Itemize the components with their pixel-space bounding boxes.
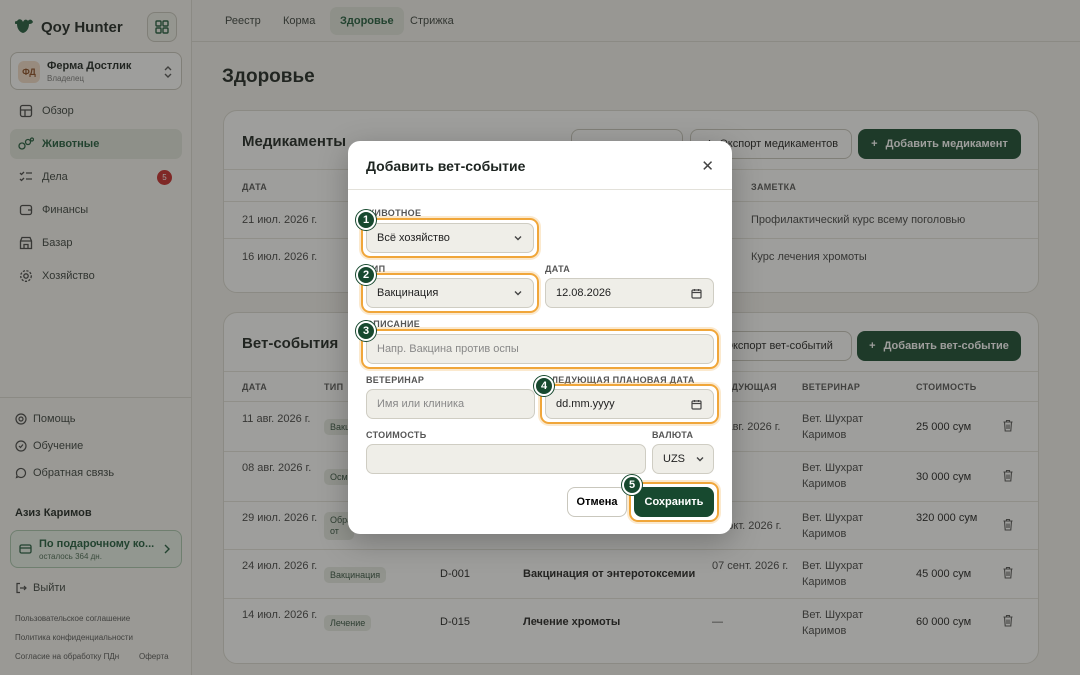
step-marker-2: 2 bbox=[356, 265, 376, 285]
cost-label: СТОИМОСТЬ bbox=[366, 430, 427, 440]
cost-input[interactable] bbox=[366, 444, 646, 474]
highlight-box bbox=[361, 273, 539, 313]
step-marker-4: 4 bbox=[534, 376, 554, 396]
step-marker-5: 5 bbox=[622, 475, 642, 495]
vet-label: ВЕТЕРИНАР bbox=[366, 375, 425, 385]
vet-placeholder: Имя или клиника bbox=[377, 398, 465, 410]
highlight-box bbox=[540, 384, 719, 424]
chevron-down-icon bbox=[695, 454, 705, 467]
add-vet-event-dialog: Добавить вет-событие ✕ ЖИВОТНОЕ Всё хозя… bbox=[348, 141, 732, 534]
dialog-title: Добавить вет-событие bbox=[366, 158, 526, 174]
date-label: ДАТА bbox=[545, 264, 571, 274]
highlight-box bbox=[629, 482, 719, 522]
currency-select[interactable]: UZS bbox=[652, 444, 714, 474]
date-value: 12.08.2026 bbox=[556, 287, 612, 299]
highlight-box bbox=[361, 329, 719, 369]
close-icon[interactable]: ✕ bbox=[701, 157, 714, 175]
cancel-button[interactable]: Отмена bbox=[567, 487, 627, 517]
currency-value: UZS bbox=[663, 453, 685, 465]
currency-label: ВАЛЮТА bbox=[652, 430, 694, 440]
step-marker-1: 1 bbox=[356, 210, 376, 230]
highlight-box bbox=[361, 218, 539, 258]
calendar-icon[interactable] bbox=[691, 288, 702, 302]
dialog-divider bbox=[348, 189, 732, 190]
date-input[interactable]: 12.08.2026 bbox=[545, 278, 714, 308]
vet-input[interactable]: Имя или клиника bbox=[366, 389, 535, 419]
step-marker-3: 3 bbox=[356, 321, 376, 341]
